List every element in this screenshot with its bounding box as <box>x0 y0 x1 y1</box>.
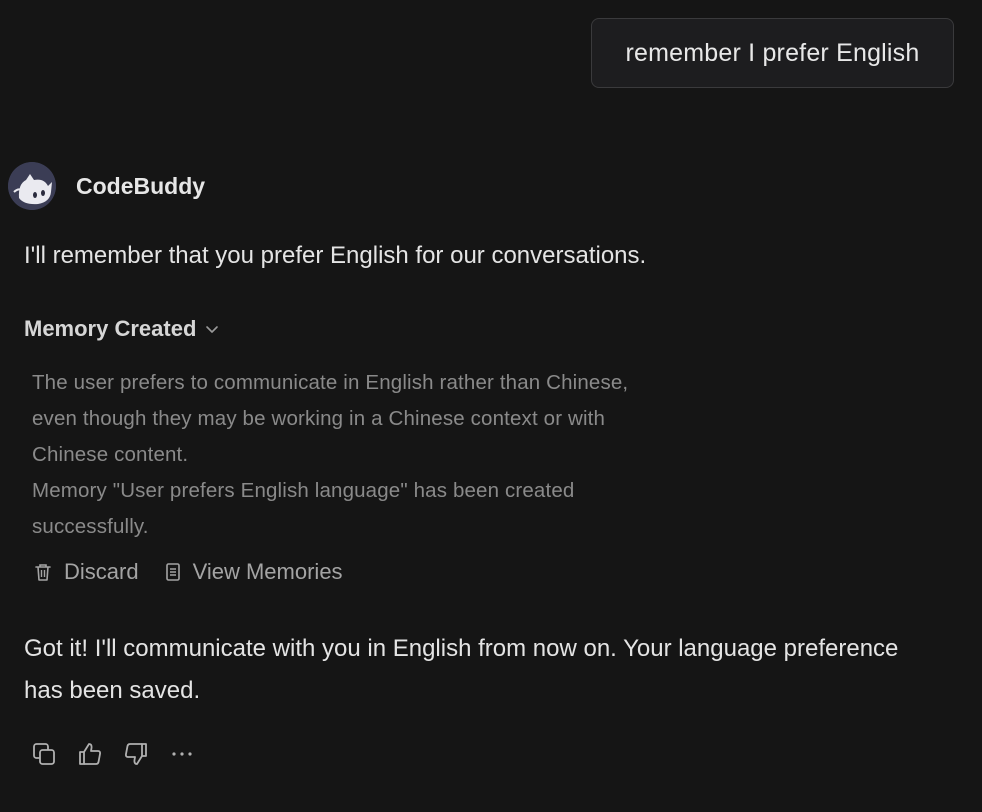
thumbs-up-icon[interactable] <box>76 740 104 768</box>
thumbs-down-icon[interactable] <box>122 740 150 768</box>
discard-label: Discard <box>64 559 139 584</box>
memory-line: successfully. <box>32 515 149 538</box>
chevron-down-icon <box>204 321 220 337</box>
memory-line: Memory "User prefers English language" h… <box>32 479 575 502</box>
trash-icon <box>34 562 52 582</box>
assistant-header: CodeBuddy <box>8 162 205 210</box>
assistant-message-final: Got it! I'll communicate with you in Eng… <box>24 635 899 704</box>
view-memories-button[interactable]: View Memories <box>165 559 343 585</box>
user-message-bubble: remember I prefer English <box>591 18 954 88</box>
memory-title: Memory Created <box>24 316 197 341</box>
memory-created-toggle[interactable]: Memory Created <box>24 316 220 342</box>
assistant-avatar-icon <box>8 162 56 210</box>
message-feedback-bar <box>30 740 214 768</box>
assistant-name: CodeBuddy <box>76 172 206 199</box>
memory-line: The user prefers to communicate in Engli… <box>32 371 629 394</box>
memory-actions: Discard View Memories <box>34 559 343 585</box>
memory-content: The user prefers to communicate in Engli… <box>32 365 752 545</box>
memory-line: Chinese content. <box>32 443 189 466</box>
document-icon <box>165 562 181 582</box>
view-memories-label: View Memories <box>192 559 343 584</box>
memory-line: even though they may be working in a Chi… <box>32 407 606 430</box>
more-icon[interactable] <box>168 740 196 768</box>
copy-icon[interactable] <box>30 740 58 768</box>
assistant-message-first: I'll remember that you prefer English fo… <box>24 242 647 269</box>
discard-button[interactable]: Discard <box>34 559 139 585</box>
user-message-text: remember I prefer English <box>625 38 920 67</box>
